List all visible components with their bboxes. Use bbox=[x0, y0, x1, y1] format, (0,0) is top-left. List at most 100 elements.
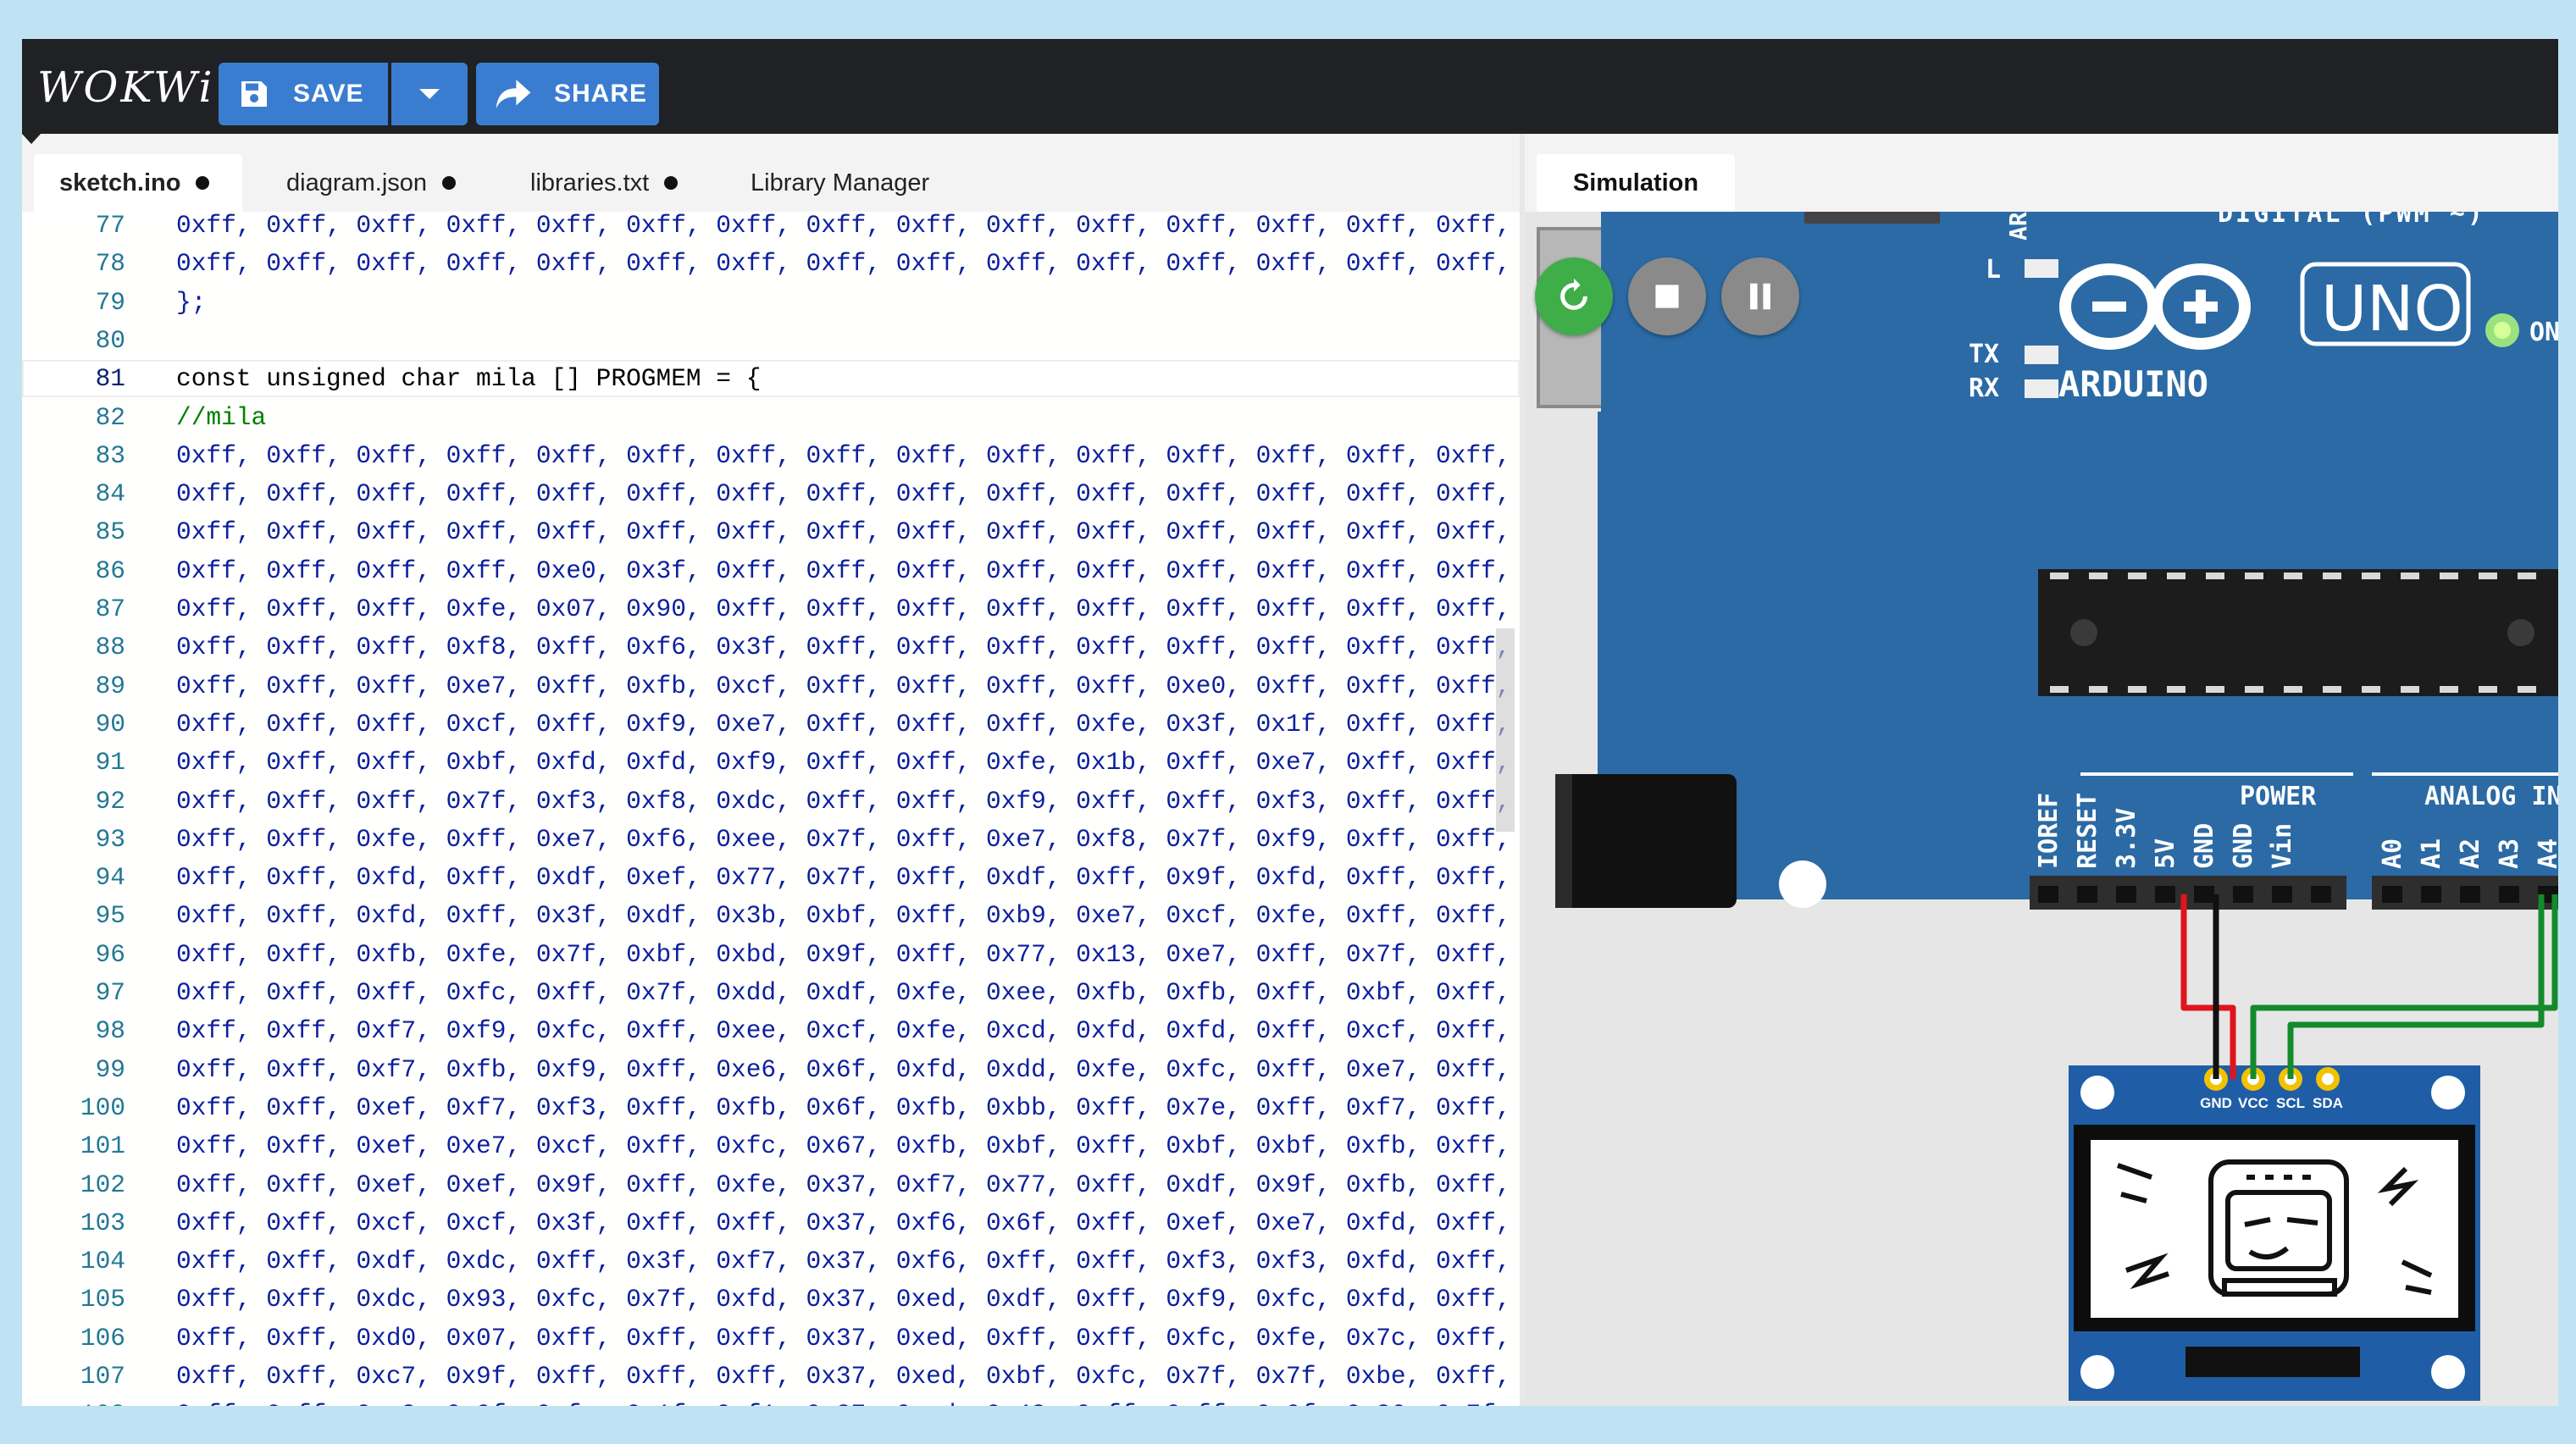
oled-screen bbox=[2091, 1140, 2458, 1318]
code-line[interactable]: 92 0xff, 0xff, 0xff, 0x7f, 0xf3, 0xf8, 0x… bbox=[22, 783, 1520, 820]
code-text: 0xff, 0xff, 0xd0, 0x07, 0xff, 0xff, 0xff… bbox=[176, 1323, 1511, 1353]
pin-label: Vin bbox=[2268, 823, 2297, 869]
line-number: 103 bbox=[80, 1208, 125, 1237]
code-line[interactable]: 90 0xff, 0xff, 0xff, 0xcf, 0xff, 0xf9, 0x… bbox=[22, 705, 1520, 743]
code-line[interactable]: 77 0xff, 0xff, 0xff, 0xff, 0xff, 0xff, 0x… bbox=[22, 212, 1520, 244]
code-text: 0xff, 0xff, 0xef, 0xef, 0x9f, 0xff, 0xfe… bbox=[176, 1170, 1511, 1199]
code-line[interactable]: 91 0xff, 0xff, 0xff, 0xbf, 0xfd, 0xfd, 0x… bbox=[22, 744, 1520, 781]
line-number: 79 bbox=[95, 287, 125, 317]
oled-mount-hole bbox=[2431, 1355, 2465, 1389]
code-text: 0xff, 0xff, 0xff, 0xff, 0xe0, 0x3f, 0xff… bbox=[176, 556, 1511, 585]
code-text: 0xff, 0xff, 0xfd, 0xff, 0x3f, 0xdf, 0x3b… bbox=[176, 901, 1511, 931]
code-text: 0xff, 0xff, 0xf7, 0xfb, 0xf9, 0xff, 0xe6… bbox=[176, 1054, 1511, 1084]
line-number: 102 bbox=[80, 1170, 125, 1199]
tab-label: Library Manager bbox=[751, 169, 930, 196]
analog-label: ANALOG IN bbox=[2424, 782, 2558, 811]
tx-label: TX bbox=[1969, 340, 1999, 369]
code-line[interactable]: 99 0xff, 0xff, 0xf7, 0xfb, 0xf9, 0xff, 0x… bbox=[22, 1051, 1520, 1088]
code-line[interactable]: 89 0xff, 0xff, 0xff, 0xe7, 0xff, 0xfb, 0x… bbox=[22, 667, 1520, 705]
save-options-dropdown[interactable] bbox=[391, 63, 468, 125]
code-line[interactable]: 79}; bbox=[22, 284, 1520, 321]
line-number: 91 bbox=[95, 748, 125, 777]
code-text: 0xff, 0xff, 0xff, 0xff, 0xff, 0xff, 0xff… bbox=[176, 249, 1511, 279]
pin-label: A1 bbox=[2417, 838, 2446, 869]
tab-simulation[interactable]: Simulation bbox=[1537, 154, 1735, 212]
code-line[interactable]: 85 0xff, 0xff, 0xff, 0xff, 0xff, 0xff, 0x… bbox=[22, 513, 1520, 550]
code-line[interactable]: 95 0xff, 0xff, 0xfd, 0xff, 0x3f, 0xdf, 0x… bbox=[22, 897, 1520, 934]
code-line[interactable]: 105 0xff, 0xff, 0xdc, 0x93, 0xfc, 0x7f, 0… bbox=[22, 1281, 1520, 1318]
led-l-label: L bbox=[1986, 255, 2001, 285]
pause-icon bbox=[1750, 283, 1770, 310]
tab-diagram-json[interactable]: diagram.json bbox=[286, 154, 457, 212]
led-l bbox=[2025, 259, 2058, 278]
line-number: 88 bbox=[95, 633, 125, 662]
simulation-canvas[interactable]: AR DIGITAL (PWM ~) L TX RX ARDUINO UNO O… bbox=[1525, 212, 2558, 1406]
restart-icon bbox=[1560, 278, 1587, 310]
code-line[interactable]: 78 0xff, 0xff, 0xff, 0xff, 0xff, 0xff, 0x… bbox=[22, 245, 1520, 282]
wire-sda bbox=[2287, 894, 2545, 1079]
code-line[interactable]: 96 0xff, 0xff, 0xfb, 0xfe, 0x7f, 0xbf, 0x… bbox=[22, 936, 1520, 973]
code-line[interactable]: 83 0xff, 0xff, 0xff, 0xff, 0xff, 0xff, 0x… bbox=[22, 437, 1520, 474]
code-text: 0xff, 0xff, 0xff, 0xf8, 0xff, 0xf6, 0x3f… bbox=[176, 633, 1511, 662]
code-line[interactable]: 101 0xff, 0xff, 0xef, 0xe7, 0xcf, 0xff, 0… bbox=[22, 1127, 1520, 1165]
code-line[interactable]: 108 0xff, 0xff, 0xc8, 0x9f, 0xfe, 0x1f, 0… bbox=[22, 1396, 1520, 1406]
pin-label: 3.3V bbox=[2112, 808, 2141, 869]
share-label: SHARE bbox=[554, 80, 648, 108]
line-number: 104 bbox=[80, 1247, 125, 1276]
restart-simulation-button[interactable] bbox=[1535, 257, 1613, 335]
line-number: 92 bbox=[95, 786, 125, 816]
code-line[interactable]: 84 0xff, 0xff, 0xff, 0xff, 0xff, 0xff, 0x… bbox=[22, 475, 1520, 512]
code-line[interactable]: 97 0xff, 0xff, 0xff, 0xfc, 0xff, 0x7f, 0x… bbox=[22, 974, 1520, 1011]
atmega-chip bbox=[2038, 569, 2558, 696]
code-line[interactable]: 81 const unsigned char mila [] PROGMEM = … bbox=[22, 360, 1520, 398]
code-line[interactable]: 86 0xff, 0xff, 0xff, 0xff, 0xe0, 0x3f, 0x… bbox=[22, 552, 1520, 589]
line-number: 82 bbox=[95, 402, 125, 432]
tab-library-manager[interactable]: Library Manager bbox=[751, 154, 929, 212]
line-number: 95 bbox=[95, 901, 125, 931]
stop-simulation-button[interactable] bbox=[1628, 257, 1706, 335]
tab-libraries-txt[interactable]: libraries.txt bbox=[530, 154, 679, 212]
line-number: 96 bbox=[95, 939, 125, 969]
code-line[interactable]: 93 0xff, 0xff, 0xfe, 0xff, 0xe7, 0xf6, 0x… bbox=[22, 821, 1520, 858]
oled-mount-hole bbox=[2431, 1076, 2465, 1109]
pin-label: 5V bbox=[2151, 838, 2180, 869]
pin-label: A3 bbox=[2495, 838, 2524, 869]
vertical-scrollbar[interactable] bbox=[1496, 628, 1515, 832]
tabs-overflow-caret-icon[interactable] bbox=[22, 134, 41, 144]
line-number: 80 bbox=[95, 325, 125, 355]
simulation-pane: Simulation AR DIGITAL (PWM ~) L TX RX AR… bbox=[1525, 134, 2558, 1406]
code-line[interactable]: 107 0xff, 0xff, 0xc7, 0x9f, 0xff, 0xff, 0… bbox=[22, 1358, 1520, 1395]
pause-simulation-button[interactable] bbox=[1721, 257, 1799, 335]
code-line[interactable]: 106 0xff, 0xff, 0xd0, 0x07, 0xff, 0xff, 0… bbox=[22, 1320, 1520, 1357]
code-line[interactable]: 82 //mila bbox=[22, 399, 1520, 436]
oled-pin-label: GND bbox=[2200, 1095, 2232, 1111]
unsaved-dot-icon bbox=[664, 176, 679, 190]
oled-pin-label: SDA bbox=[2313, 1095, 2343, 1111]
floppy-disk-icon bbox=[241, 81, 267, 107]
code-line[interactable]: 80 bbox=[22, 322, 1520, 359]
tab-sketch-ino[interactable]: sketch.ino bbox=[34, 154, 242, 212]
save-button[interactable]: SAVE bbox=[219, 63, 388, 125]
code-line[interactable]: 103 0xff, 0xff, 0xcf, 0xcf, 0x3f, 0xff, 0… bbox=[22, 1204, 1520, 1242]
power-label: POWER bbox=[2240, 782, 2317, 811]
code-text: const unsigned char mila [] PROGMEM = { bbox=[176, 364, 762, 394]
code-line[interactable]: 98 0xff, 0xff, 0xf7, 0xf9, 0xfc, 0xff, 0x… bbox=[22, 1012, 1520, 1049]
code-line[interactable]: 94 0xff, 0xff, 0xfd, 0xff, 0xdf, 0xef, 0x… bbox=[22, 859, 1520, 896]
wire-vcc bbox=[2180, 894, 2236, 1079]
wokwi-logo[interactable]: WOKWi bbox=[37, 63, 214, 112]
code-line[interactable]: 100 0xff, 0xff, 0xef, 0xf7, 0xf3, 0xff, 0… bbox=[22, 1089, 1520, 1126]
line-number: 81 bbox=[95, 364, 125, 394]
code-area[interactable]: 77 0xff, 0xff, 0xff, 0xff, 0xff, 0xff, 0x… bbox=[22, 212, 1520, 1406]
ar-label: AR bbox=[2004, 212, 2032, 241]
code-line[interactable]: 104 0xff, 0xff, 0xdf, 0xdc, 0xff, 0x3f, 0… bbox=[22, 1242, 1520, 1280]
pin-label: IOREF bbox=[2034, 793, 2064, 869]
line-number: 105 bbox=[80, 1285, 125, 1314]
code-text: 0xff, 0xff, 0xff, 0xe7, 0xff, 0xfb, 0xcf… bbox=[176, 671, 1511, 700]
code-line[interactable]: 88 0xff, 0xff, 0xff, 0xf8, 0xff, 0xf6, 0x… bbox=[22, 628, 1520, 666]
code-text: 0xff, 0xff, 0xfe, 0xff, 0xe7, 0xf6, 0xee… bbox=[176, 824, 1511, 854]
share-button[interactable]: SHARE bbox=[476, 63, 659, 125]
code-text: 0xff, 0xff, 0xdf, 0xdc, 0xff, 0x3f, 0xf7… bbox=[176, 1247, 1511, 1276]
code-line[interactable]: 102 0xff, 0xff, 0xef, 0xef, 0x9f, 0xff, 0… bbox=[22, 1166, 1520, 1203]
code-line[interactable]: 87 0xff, 0xff, 0xff, 0xfe, 0x07, 0x90, 0x… bbox=[22, 590, 1520, 628]
code-text: 0xff, 0xff, 0xff, 0xbf, 0xfd, 0xfd, 0xf9… bbox=[176, 748, 1511, 777]
